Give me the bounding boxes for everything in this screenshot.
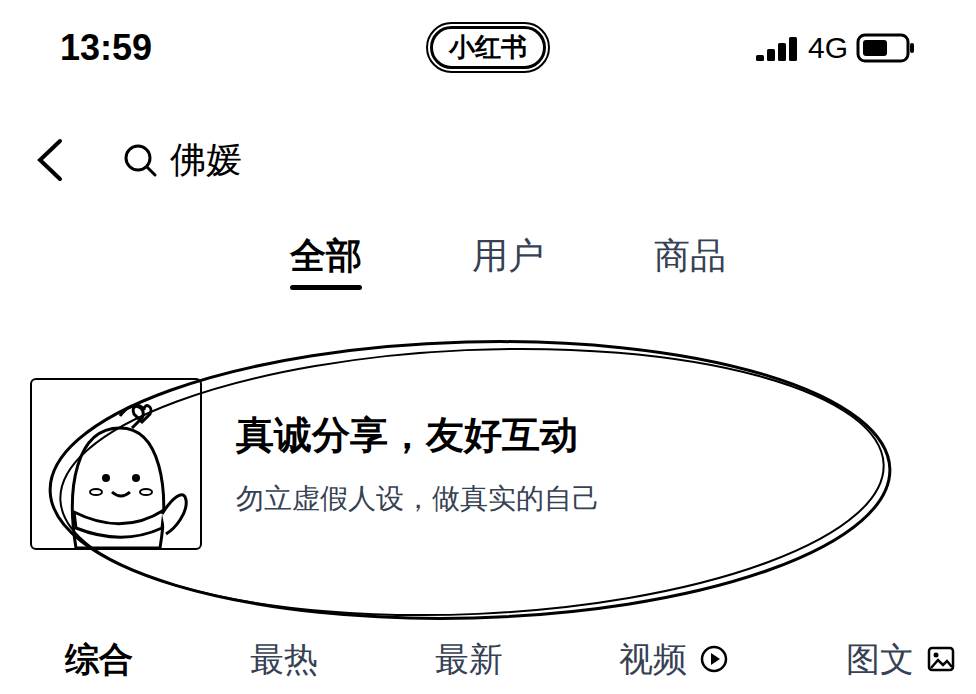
annotation-ellipse-icon [0,0,976,694]
status-bar: 13:59 小红书 4G [0,0,976,95]
mascot-icon [36,388,196,548]
status-time: 13:59 [60,21,260,75]
filter-bar: 综合 最热 最新 视频 图文 [0,624,976,694]
filter-item[interactable]: 综合 [65,634,133,685]
notice-banner: 真诚分享，友好互动勿立虚假人设，做真实的自己 [30,378,946,550]
search-query: 佛媛 [170,133,242,187]
image-icon [926,644,956,674]
play-icon [699,644,729,674]
banner-title: 真诚分享，友好互动 [236,411,600,460]
tab[interactable]: 商品 [654,225,726,325]
app-screen: 13:59 小红书 4G 佛媛全部 用户 商品真诚分享，友好互动勿立虚假人设，做真实的自己… [0,0,976,694]
app-logo: 小红书 [430,26,546,70]
search-icon [122,142,158,178]
signal-icon [756,35,800,61]
filter-item[interactable]: 最热 [250,634,318,685]
status-icons: 4G [716,25,916,70]
network-label: 4G [808,25,848,70]
filter-item[interactable]: 最新 [435,634,503,685]
search-row: 佛媛 [0,95,976,225]
filter-item[interactable]: 视频 [619,634,729,685]
tab-bar: 全部 用户 商品 [0,225,976,325]
tab[interactable]: 全部 [290,225,362,325]
battery-icon [856,33,916,63]
back-icon[interactable] [30,135,70,185]
banner-subtitle: 勿立虚假人设，做真实的自己 [236,481,600,517]
filter-item[interactable]: 图文 [846,634,956,685]
tab[interactable]: 用户 [472,225,544,325]
mascot-box [30,378,202,550]
search-field[interactable]: 佛媛 [122,133,242,187]
